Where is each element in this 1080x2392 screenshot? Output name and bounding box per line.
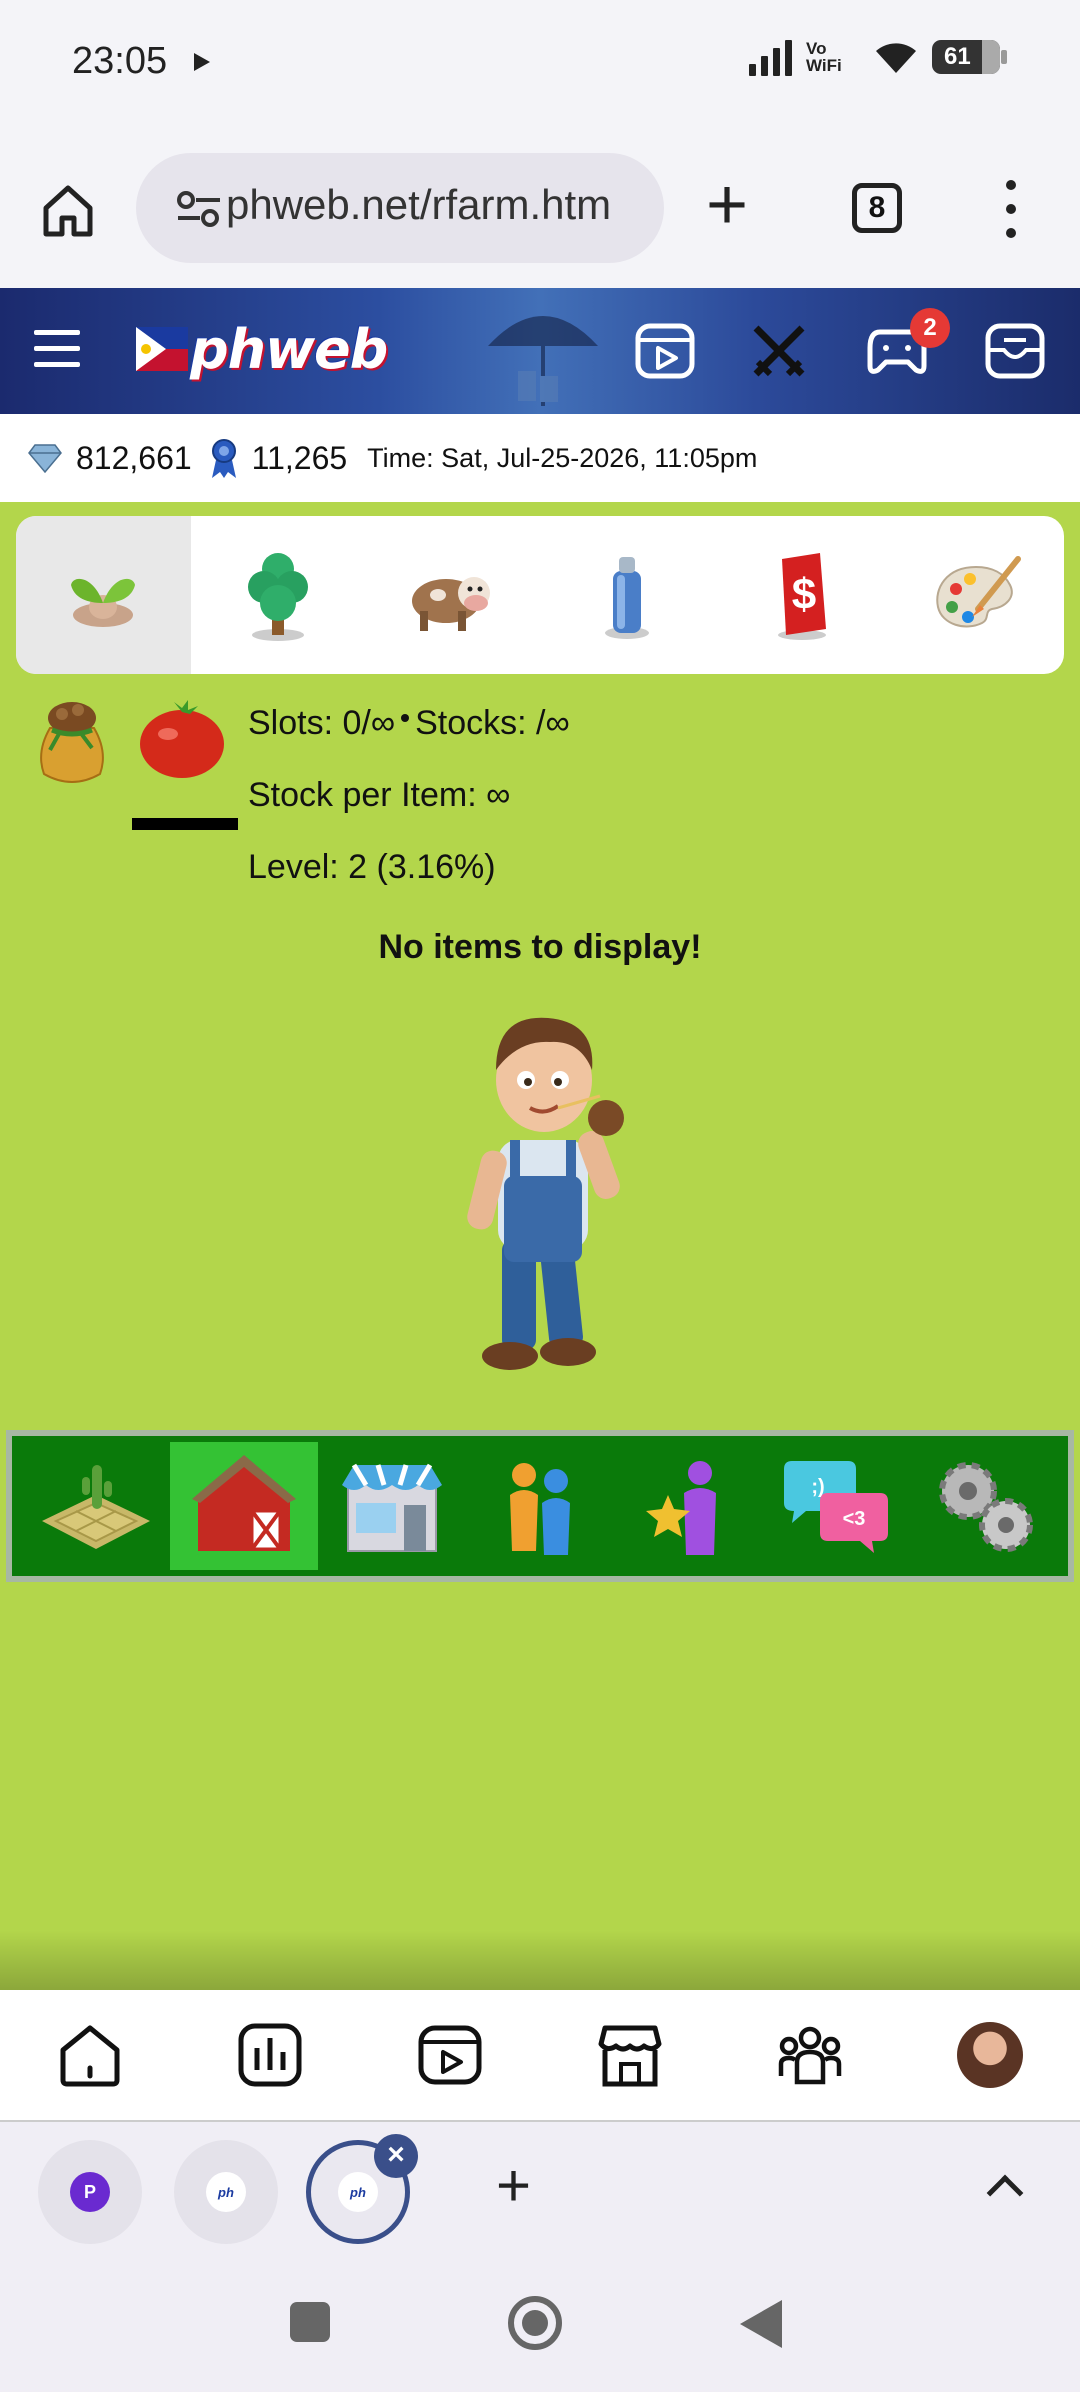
address-bar[interactable]: phweb.net/rfarm.htm [136,153,664,263]
phweb-favicon: ph [338,2172,378,2212]
status-time: 23:05 [72,40,168,82]
media-play-icon [194,53,210,71]
home-icon[interactable] [38,180,98,240]
tree-icon [247,553,308,641]
home-button[interactable] [508,2296,562,2350]
video-reels-icon[interactable] [634,320,696,382]
system-navigation-bar [0,2262,1080,2392]
svg-text:<3: <3 [843,1508,866,1530]
farmer-character-illustration [467,1017,624,1370]
add-tab-button[interactable]: + [496,2156,531,2216]
spray-can-icon [605,557,650,639]
chevron-up-icon[interactable] [986,2174,1024,2212]
phweb-favicon: ph [206,2172,246,2212]
vowifi-icon: Vo WiFi [806,40,860,74]
groups-nav-icon[interactable] [777,2022,843,2088]
crossed-swords-icon[interactable] [748,320,810,382]
menu-neighbors[interactable] [466,1442,614,1570]
umbrella-rain-decoration [488,316,598,406]
url-text[interactable]: phweb.net/rfarm.htm [226,181,656,229]
wifi-icon [876,43,916,73]
phweb-logo[interactable]: phweb [136,316,388,382]
menu-favorites[interactable] [614,1442,762,1570]
tab-switcher-button[interactable]: 8 [852,183,902,233]
menu-chat[interactable]: <3 ;) [762,1442,910,1570]
diamond-icon [28,444,62,473]
tab-thumb-1[interactable]: P [38,2140,142,2244]
purple-app-favicon: P [70,2172,110,2212]
new-tab-button[interactable]: + [706,169,748,241]
slots-text: Slots: 0/∞ [248,704,396,742]
site-bottom-nav [0,1990,1080,2122]
menu-shop[interactable] [318,1442,466,1570]
stock-per-item-text: Stock per Item: ∞ [248,776,511,814]
people-icon [510,1463,570,1555]
notification-badge: 2 [910,308,950,348]
inbox-icon[interactable] [984,320,1046,382]
medal-count: 11,265 [251,439,348,476]
empty-message: No items to display! [378,928,702,966]
svg-text:;): ;) [811,1476,824,1498]
server-time: Time: Sat, Jul-25-2026, 11:05pm [367,442,758,473]
logo-text: phweb [190,317,388,381]
cow-icon [412,577,491,631]
slots-stocks-line: Slots: 0/∞ Stocks: /∞ [248,704,570,743]
close-tab-icon[interactable]: × [374,2134,418,2178]
status-bar: 23:05 Vo WiFi 61 [0,0,1080,125]
browser-toolbar: phweb.net/rfarm.htm + 8 [0,125,1080,288]
barn-icon [192,1455,296,1551]
seed-bag-icon[interactable] [30,692,114,788]
overflow-menu-icon[interactable] [1006,180,1016,252]
site-header: phweb 2 [0,288,1080,414]
recents-button[interactable] [290,2302,330,2342]
profile-avatar[interactable] [957,2022,1023,2088]
level-text: Level: 2 (3.16%) [248,848,496,886]
home-nav-icon[interactable] [57,2022,123,2088]
cellular-signal-icon [749,38,792,76]
battery-level: 61 [944,43,971,70]
market-nav-icon[interactable] [597,2022,663,2088]
menu-barn[interactable] [170,1442,318,1570]
sprout-icon [71,578,136,627]
tomato-icon[interactable] [136,698,228,780]
back-button[interactable] [740,2300,782,2348]
video-nav-icon[interactable] [417,2022,483,2088]
star-person-icon [646,1461,716,1555]
farm-bottom-menu: <3 ;) [6,1430,1074,1582]
diamond-count: 812,661 [76,439,192,476]
site-settings-icon[interactable] [176,191,222,227]
stats-nav-icon[interactable] [237,2022,303,2088]
stocks-text: Stocks: /∞ [415,704,570,742]
menu-settings[interactable] [910,1442,1058,1570]
selected-item-indicator [132,818,238,830]
menu-farm-plot[interactable] [22,1442,170,1570]
tab-thumb-2[interactable]: ph [174,2140,278,2244]
status-icons: Vo WiFi 61 [749,38,1007,76]
browser-tab-strip: P ph ph × + [0,2122,1080,2262]
tab-supplies[interactable] [540,516,715,674]
chat-bubbles-icon: <3 ;) [784,1461,888,1553]
hamburger-menu-icon[interactable] [34,330,80,378]
dollar-card-icon: $ [777,553,826,640]
farm-storage-panel: $ Slots: 0/∞ Stocks: /∞ Stock per Item: … [0,502,1080,1990]
palette-icon [936,556,1022,628]
tab-animals[interactable] [365,516,540,674]
battery-icon: 61 [932,40,1007,74]
farm-plot-icon [42,1465,150,1549]
item-category-tabs: $ [16,516,1064,674]
tab-seeds[interactable] [16,516,191,674]
medal-ribbon-icon [211,439,236,478]
philippine-flag-icon [136,327,188,371]
tab-decorations[interactable] [889,516,1064,674]
shop-icon [342,1463,442,1552]
vowifi-bottom-label: WiFi [806,56,842,75]
gears-icon [939,1462,1033,1552]
user-stats-bar: 812,661 11,265 Time: Sat, Jul-25-2026, 1… [0,414,1080,502]
svg-text:$: $ [791,570,815,619]
vowifi-top-label: Vo [806,39,827,58]
tab-cash-items[interactable]: $ [714,516,889,674]
tab-trees[interactable] [191,516,366,674]
